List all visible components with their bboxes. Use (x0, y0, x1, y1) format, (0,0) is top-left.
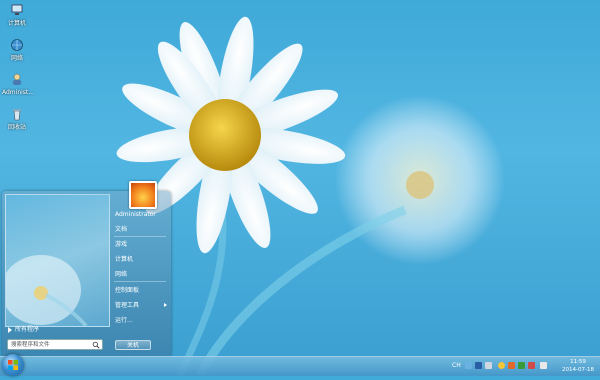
volume-icon[interactable] (540, 362, 547, 369)
submenu-arrow-icon (164, 303, 167, 307)
shutdown-button[interactable]: 关机 (115, 340, 151, 350)
start-item-control-panel[interactable]: 控制面板 (115, 286, 167, 295)
all-programs-label: 所有程序 (15, 326, 40, 333)
desktop-icon-label: 网络 (10, 55, 23, 62)
computer-icon (11, 4, 23, 15)
desktop-icon-label: 回收站 (7, 124, 26, 131)
user-folder-icon (13, 73, 21, 85)
start-button[interactable] (2, 354, 24, 376)
start-item-admin-tools[interactable]: 管理工具 (115, 301, 167, 310)
start-menu-programs-pane (5, 194, 110, 327)
recycle-bin-icon (13, 109, 21, 121)
start-item-user[interactable]: Administrator (115, 210, 167, 219)
search-icon (92, 341, 100, 349)
user-avatar[interactable] (129, 181, 157, 209)
alert-icon[interactable] (528, 362, 535, 369)
all-programs-button[interactable]: 所有程序 (6, 325, 106, 334)
start-menu-divider (114, 281, 166, 282)
desktop-icon-label: 计算机 (7, 20, 26, 27)
notification-icon[interactable] (498, 362, 505, 369)
programs-pane-background (6, 255, 88, 326)
clock[interactable]: 11:59 2014-07-18 (558, 358, 598, 374)
desktop-icon-recycle-bin[interactable]: 回收站 (2, 107, 32, 131)
language-indicator[interactable]: CH (452, 362, 461, 369)
clock-date: 2014-07-18 (562, 367, 594, 373)
network-globe-icon (11, 39, 23, 51)
blurred-daisy (335, 95, 505, 265)
taskbar: CH 11:59 2014-07-18 (0, 354, 600, 376)
desktop-icon-user-folder[interactable]: Administ... (2, 72, 34, 96)
start-item-network[interactable]: 网络 (115, 270, 167, 279)
windows-logo-icon (8, 360, 18, 370)
start-menu: 所有程序 搜索程序和文件 Administrator 文档 游戏 计算机 网络 … (2, 181, 171, 356)
security-icon[interactable] (508, 362, 515, 369)
desktop-icon-computer[interactable]: 计算机 (2, 3, 32, 27)
start-menu-divider (114, 236, 166, 237)
keyboard-icon[interactable] (465, 362, 472, 369)
ime-icon[interactable] (475, 362, 482, 369)
search-input[interactable]: 搜索程序和文件 (7, 339, 103, 350)
search-placeholder: 搜索程序和文件 (11, 342, 50, 348)
start-item-computer[interactable]: 计算机 (115, 255, 167, 264)
desktop-icon-label: Administ... (2, 89, 34, 96)
desktop-icon-network[interactable]: 网络 (2, 38, 32, 62)
start-item-documents[interactable]: 文档 (115, 225, 167, 234)
start-item-games[interactable]: 游戏 (115, 240, 167, 249)
start-item-run[interactable]: 运行... (115, 316, 167, 325)
network-status-icon[interactable] (518, 362, 525, 369)
clock-time: 11:59 (570, 359, 586, 365)
shutdown-label: 关机 (126, 342, 139, 349)
arrow-right-icon (8, 326, 12, 333)
settings-icon[interactable] (485, 362, 492, 369)
